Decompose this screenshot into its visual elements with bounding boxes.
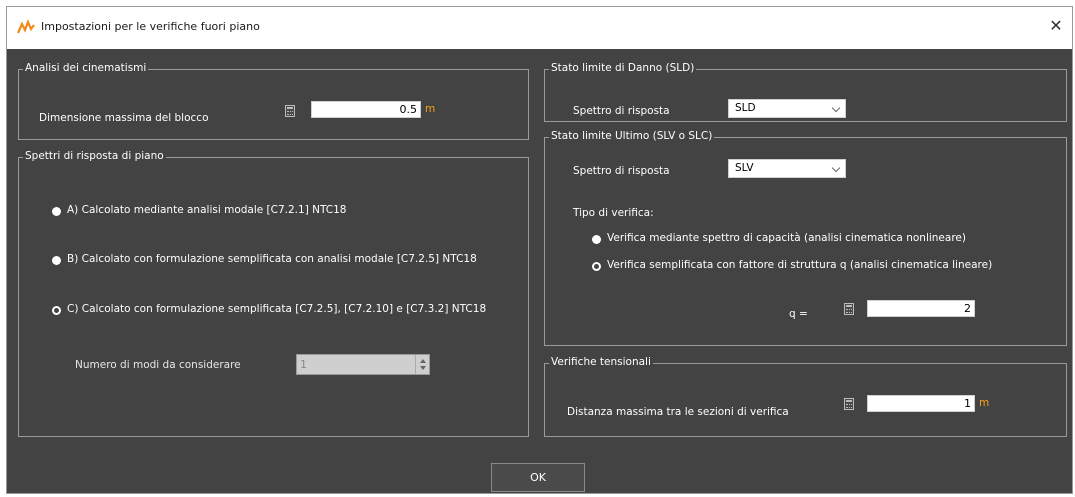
radio-option-a-label[interactable]: A) Calcolato mediante analisi modale [C7…: [67, 204, 346, 216]
slu-spettro-label: Spettro di risposta: [573, 165, 670, 177]
radio-verifica-spettro-label[interactable]: Verifica mediante spettro di capacità (a…: [607, 232, 966, 244]
group-legend: Stato limite di Danno (SLD): [549, 62, 697, 74]
distanza-unit: m: [979, 397, 990, 409]
slu-spettro-value: SLV: [735, 162, 754, 174]
spin-up-icon[interactable]: [420, 359, 426, 363]
dim-blocco-label: Dimensione massima del blocco: [39, 112, 209, 124]
group-legend: Analisi dei cinematismi: [23, 62, 149, 74]
dim-blocco-unit: m: [425, 103, 436, 115]
slu-spettro-select[interactable]: SLV: [728, 159, 846, 178]
chevron-down-icon: [831, 163, 841, 173]
q-input[interactable]: 2: [867, 300, 975, 317]
settings-dialog: Impostazioni per le verifiche fuori pian…: [6, 6, 1073, 494]
group-verifiche-tensionali: Verifiche tensionali Distanza massima tr…: [544, 356, 1067, 437]
radio-option-a[interactable]: [52, 207, 61, 216]
group-analisi-cinematismi: Analisi dei cinematismi Dimensione massi…: [18, 62, 529, 140]
ok-button[interactable]: OK: [491, 463, 585, 492]
radio-option-b[interactable]: [52, 256, 61, 265]
radio-verifica-semplificata-label[interactable]: Verifica semplificata con fattore di str…: [607, 259, 992, 271]
window-title: Impostazioni per le verifiche fuori pian…: [41, 20, 260, 33]
group-legend: Spettri di risposta di piano: [23, 150, 166, 162]
group-spettri-risposta: Spettri di risposta di piano A) Calcolat…: [18, 150, 529, 437]
radio-option-c[interactable]: [52, 306, 61, 315]
group-slu: Stato limite Ultimo (SLV o SLC) Spettro …: [544, 130, 1067, 346]
q-label: q =: [789, 308, 808, 320]
dim-blocco-input[interactable]: 0.5: [311, 101, 421, 118]
calculator-icon[interactable]: [844, 303, 854, 315]
close-icon[interactable]: ✕: [1046, 16, 1066, 36]
group-sld: Stato limite di Danno (SLD) Spettro di r…: [544, 62, 1067, 122]
sld-spettro-value: SLD: [735, 102, 756, 114]
calculator-icon[interactable]: [844, 398, 854, 410]
radio-verifica-spettro[interactable]: [592, 235, 601, 244]
radio-option-b-label[interactable]: B) Calcolato con formulazione semplifica…: [67, 253, 477, 265]
numero-modi-stepper[interactable]: 1: [296, 354, 430, 375]
calculator-icon[interactable]: [285, 105, 295, 117]
distanza-label: Distanza massima tra le sezioni di verif…: [567, 406, 789, 418]
tipo-verifica-label: Tipo di verifica:: [573, 207, 654, 219]
sld-spettro-select[interactable]: SLD: [728, 99, 846, 118]
radio-verifica-semplificata[interactable]: [592, 262, 601, 271]
group-legend: Verifiche tensionali: [549, 356, 653, 368]
stepper-buttons: [415, 355, 429, 374]
spin-down-icon[interactable]: [420, 366, 426, 370]
distanza-input[interactable]: 1: [867, 395, 975, 412]
group-legend: Stato limite Ultimo (SLV o SLC): [549, 130, 715, 142]
sld-spettro-label: Spettro di risposta: [573, 105, 670, 117]
numero-modi-value: 1: [300, 358, 307, 371]
title-bar: Impostazioni per le verifiche fuori pian…: [7, 7, 1072, 49]
numero-modi-label: Numero di modi da considerare: [75, 359, 241, 371]
chevron-down-icon: [831, 103, 841, 113]
app-logo-icon: [17, 20, 35, 34]
radio-option-c-label[interactable]: C) Calcolato con formulazione semplifica…: [67, 303, 486, 315]
